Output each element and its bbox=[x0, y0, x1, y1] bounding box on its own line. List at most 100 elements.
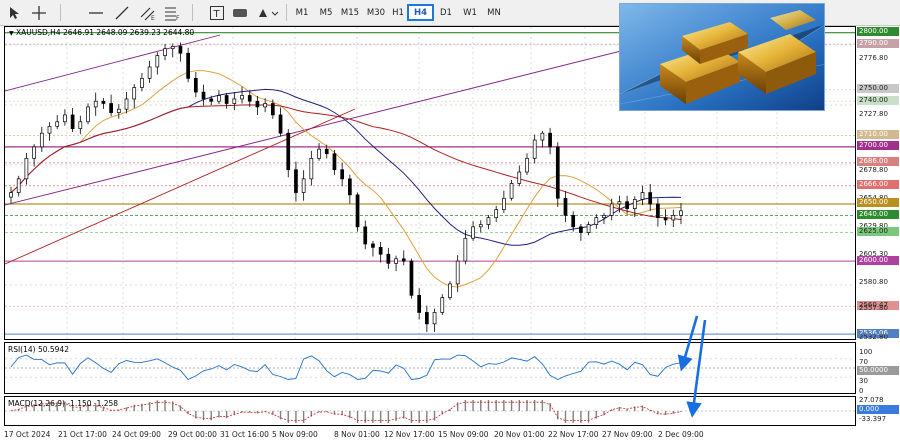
candle bbox=[455, 260, 460, 285]
candle bbox=[679, 210, 683, 216]
candle bbox=[255, 100, 260, 108]
svg-text:F: F bbox=[176, 15, 180, 21]
candle bbox=[16, 178, 21, 193]
candle bbox=[417, 294, 422, 313]
rsi-scale-label: 100 bbox=[859, 348, 873, 356]
candle bbox=[39, 132, 44, 148]
candle bbox=[278, 114, 283, 134]
candle bbox=[594, 217, 599, 225]
toolbar-divider bbox=[60, 4, 61, 21]
text-tool-icon[interactable]: T bbox=[207, 3, 227, 22]
macd-scale-label: 27.078 bbox=[859, 396, 884, 404]
candle bbox=[648, 192, 653, 205]
candle bbox=[132, 87, 137, 100]
candle bbox=[509, 183, 514, 199]
candle bbox=[378, 247, 383, 255]
candle bbox=[317, 148, 321, 159]
candle bbox=[517, 171, 522, 184]
fibonacci-icon[interactable]: F bbox=[160, 3, 184, 22]
price-label: 2580.80 bbox=[859, 277, 888, 286]
shapes-dropdown-icon[interactable] bbox=[255, 3, 281, 22]
cursor-icon[interactable] bbox=[4, 3, 24, 22]
candle bbox=[386, 253, 391, 264]
candle bbox=[563, 197, 568, 216]
timeframe-m30[interactable]: M30 bbox=[364, 4, 388, 21]
candle bbox=[625, 201, 629, 209]
price-tag: 2686.00 bbox=[857, 157, 899, 167]
equidistant-channel-icon[interactable]: E bbox=[136, 3, 160, 22]
time-label: 17 Oct 2024 bbox=[4, 430, 51, 439]
candle bbox=[270, 103, 275, 116]
candle bbox=[294, 169, 298, 193]
symbol-ohlc-text: XAUUSD,H4 2646.91 2648.09 2639.23 2644.8… bbox=[16, 28, 195, 37]
time-label: 21 Oct 17:00 bbox=[58, 430, 107, 439]
time-label: 29 Oct 00:00 bbox=[168, 430, 217, 439]
candle bbox=[247, 95, 252, 102]
timeframe-mn[interactable]: MN bbox=[484, 4, 504, 21]
moving-average-line bbox=[10, 104, 682, 221]
rsi-pane[interactable]: RSI(14) 50.5942 bbox=[4, 342, 856, 394]
candle bbox=[47, 125, 52, 134]
rsi-canvas bbox=[5, 354, 855, 381]
timeframe-m15[interactable]: M15 bbox=[338, 4, 362, 21]
toolbar-divider bbox=[192, 4, 193, 21]
candle bbox=[555, 146, 560, 199]
price-label: 2532.80 bbox=[859, 332, 888, 341]
timeframe-w1[interactable]: W1 bbox=[461, 4, 479, 21]
candle bbox=[109, 103, 113, 113]
label-tool-icon[interactable] bbox=[230, 3, 250, 22]
candle bbox=[486, 217, 491, 225]
rsi-scale-label: 0 bbox=[859, 387, 864, 395]
time-label: 8 Nov 01:00 bbox=[334, 430, 380, 439]
candle bbox=[324, 148, 329, 155]
candle bbox=[309, 157, 314, 180]
price-tag: 2625.00 bbox=[857, 227, 899, 237]
timeframe-h1[interactable]: H1 bbox=[390, 4, 406, 21]
candle bbox=[93, 100, 98, 108]
time-label: 12 Nov 17:00 bbox=[384, 430, 435, 439]
candle bbox=[432, 312, 437, 325]
timeframe-d1[interactable]: D1 bbox=[437, 4, 455, 21]
candle bbox=[425, 312, 429, 325]
candle bbox=[232, 98, 237, 104]
candle bbox=[286, 132, 291, 171]
price-tag: 2710.00 bbox=[857, 129, 899, 139]
candle bbox=[409, 260, 414, 296]
candle bbox=[9, 192, 13, 198]
collapse-triangle-icon[interactable]: ▼ bbox=[9, 30, 14, 37]
candle bbox=[532, 139, 537, 159]
candle bbox=[163, 48, 167, 56]
candle bbox=[571, 215, 576, 228]
candle bbox=[240, 95, 244, 100]
candle bbox=[63, 114, 67, 123]
time-label: 22 Nov 17:00 bbox=[548, 430, 599, 439]
candlesticks bbox=[9, 42, 683, 333]
candle bbox=[371, 243, 375, 248]
candle bbox=[70, 114, 75, 129]
candle bbox=[540, 132, 545, 141]
time-label: 5 Nov 09:00 bbox=[272, 430, 318, 439]
candle bbox=[124, 98, 129, 110]
candle bbox=[440, 297, 445, 313]
timeframe-m5[interactable]: M5 bbox=[316, 4, 336, 21]
horizontal-line-icon[interactable] bbox=[84, 3, 108, 22]
trend-line-icon[interactable] bbox=[110, 3, 134, 22]
price-scale[interactable]: 2800.00 2790.00 2776.80 2750.00 2740.00 2727.… bbox=[856, 26, 900, 426]
crosshair-icon[interactable] bbox=[28, 3, 50, 22]
price-tag: 2650.00 bbox=[857, 198, 899, 208]
price-tag: 2700.00 bbox=[857, 141, 899, 151]
macd-pane[interactable]: MACD(12,26,9) -1.150 -1.258 bbox=[4, 396, 856, 426]
timeframe-h4[interactable]: H4 bbox=[407, 4, 434, 21]
timeframe-m1[interactable]: M1 bbox=[292, 4, 312, 21]
candle bbox=[586, 224, 591, 233]
candle bbox=[448, 283, 452, 298]
svg-text:E: E bbox=[151, 15, 155, 21]
channel-lower-line bbox=[5, 44, 646, 206]
svg-text:T: T bbox=[213, 9, 221, 20]
candle bbox=[116, 108, 121, 113]
rsi-scale-label: 30 bbox=[859, 377, 868, 385]
candle bbox=[656, 203, 660, 219]
price-label: 2776.80 bbox=[859, 54, 888, 63]
candle bbox=[332, 153, 337, 171]
candle bbox=[463, 237, 468, 262]
